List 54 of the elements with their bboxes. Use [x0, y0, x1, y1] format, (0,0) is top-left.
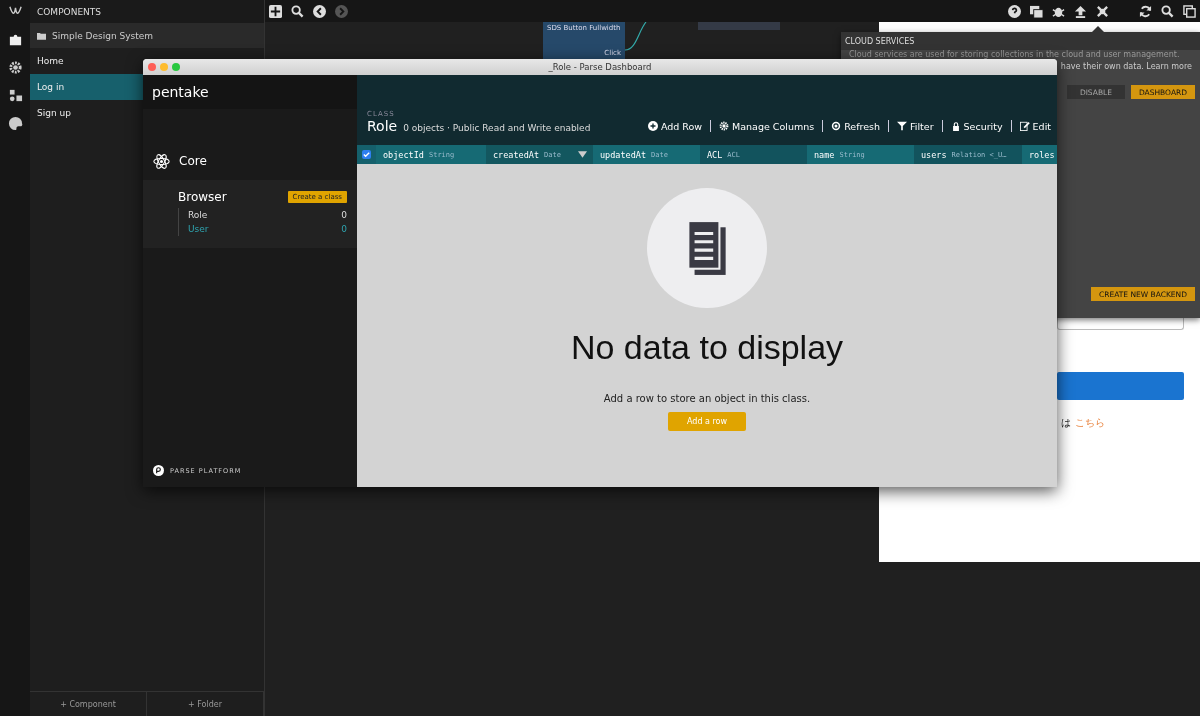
select-all-checkbox[interactable]: [362, 150, 371, 159]
edit-icon: [1019, 121, 1030, 131]
network-icon[interactable]: [1096, 4, 1109, 18]
gear-icon: [719, 121, 730, 131]
toolbar-button[interactable]: Edit: [1017, 120, 1053, 132]
toolbar-button[interactable]: Refresh: [829, 120, 883, 132]
app-name: pentake: [152, 84, 209, 100]
settings-icon[interactable]: [7, 60, 23, 75]
refresh-icon[interactable]: [1139, 4, 1152, 18]
sort-arrow-icon[interactable]: [578, 151, 587, 158]
folder-item[interactable]: Simple Design System: [30, 23, 264, 48]
documents-icon: [686, 219, 728, 277]
palette-icon[interactable]: [7, 116, 23, 131]
browser-title: Browser: [178, 190, 227, 204]
lock-icon: [950, 121, 961, 131]
windows-icon[interactable]: [1030, 4, 1043, 18]
copy-icon[interactable]: [1183, 4, 1196, 18]
filter-icon: [897, 121, 908, 131]
folder-icon: [37, 31, 46, 40]
toolbar-button[interactable]: Add Row: [645, 120, 705, 132]
shapes-icon[interactable]: [7, 88, 23, 103]
class-name: Role: [367, 118, 398, 134]
class-info: 0 objects · Public Read and Write enabled: [403, 123, 591, 133]
toolbar-button[interactable]: Manage Columns: [717, 120, 817, 132]
forward-icon[interactable]: [335, 4, 348, 18]
description-text: have their own data. Learn more: [1060, 62, 1192, 71]
refresh-icon: [831, 121, 842, 131]
class-item[interactable]: Role 0: [188, 208, 347, 222]
empty-title: No data to display: [570, 328, 844, 367]
search-icon[interactable]: [291, 4, 304, 18]
window-title: _Role - Parse Dashboard: [548, 62, 652, 72]
section-title: Core: [179, 154, 207, 168]
popup-title: CLOUD SERVICES: [845, 36, 915, 46]
plus-circle-icon: [647, 121, 658, 131]
puzzle-icon[interactable]: [7, 32, 23, 47]
signup-text: は: [1061, 416, 1071, 430]
canvas-node[interactable]: [698, 22, 780, 30]
back-icon[interactable]: [313, 4, 326, 18]
component-item[interactable]: Log in: [30, 74, 143, 100]
parse-logo-icon: [153, 465, 164, 476]
add-icon[interactable]: [269, 4, 282, 18]
search-icon[interactable]: [1161, 4, 1174, 18]
component-item[interactable]: Sign up: [30, 100, 143, 126]
component-item[interactable]: Home: [30, 48, 143, 74]
atom-icon: [153, 152, 170, 170]
upload-icon[interactable]: [1074, 4, 1087, 18]
toolbar-button[interactable]: Filter: [895, 120, 936, 132]
description-text: Cloud services are used for storing collections in the cloud and user management.: [849, 50, 1180, 59]
class-item[interactable]: User 0: [188, 222, 347, 236]
help-icon[interactable]: [1008, 4, 1021, 18]
column-header[interactable]: roles: [1022, 145, 1057, 164]
toolbar-button[interactable]: Security: [948, 120, 1005, 132]
panel-title: COMPONENTS: [37, 6, 101, 17]
empty-text: Add a row to store an object in this class.: [603, 393, 811, 404]
